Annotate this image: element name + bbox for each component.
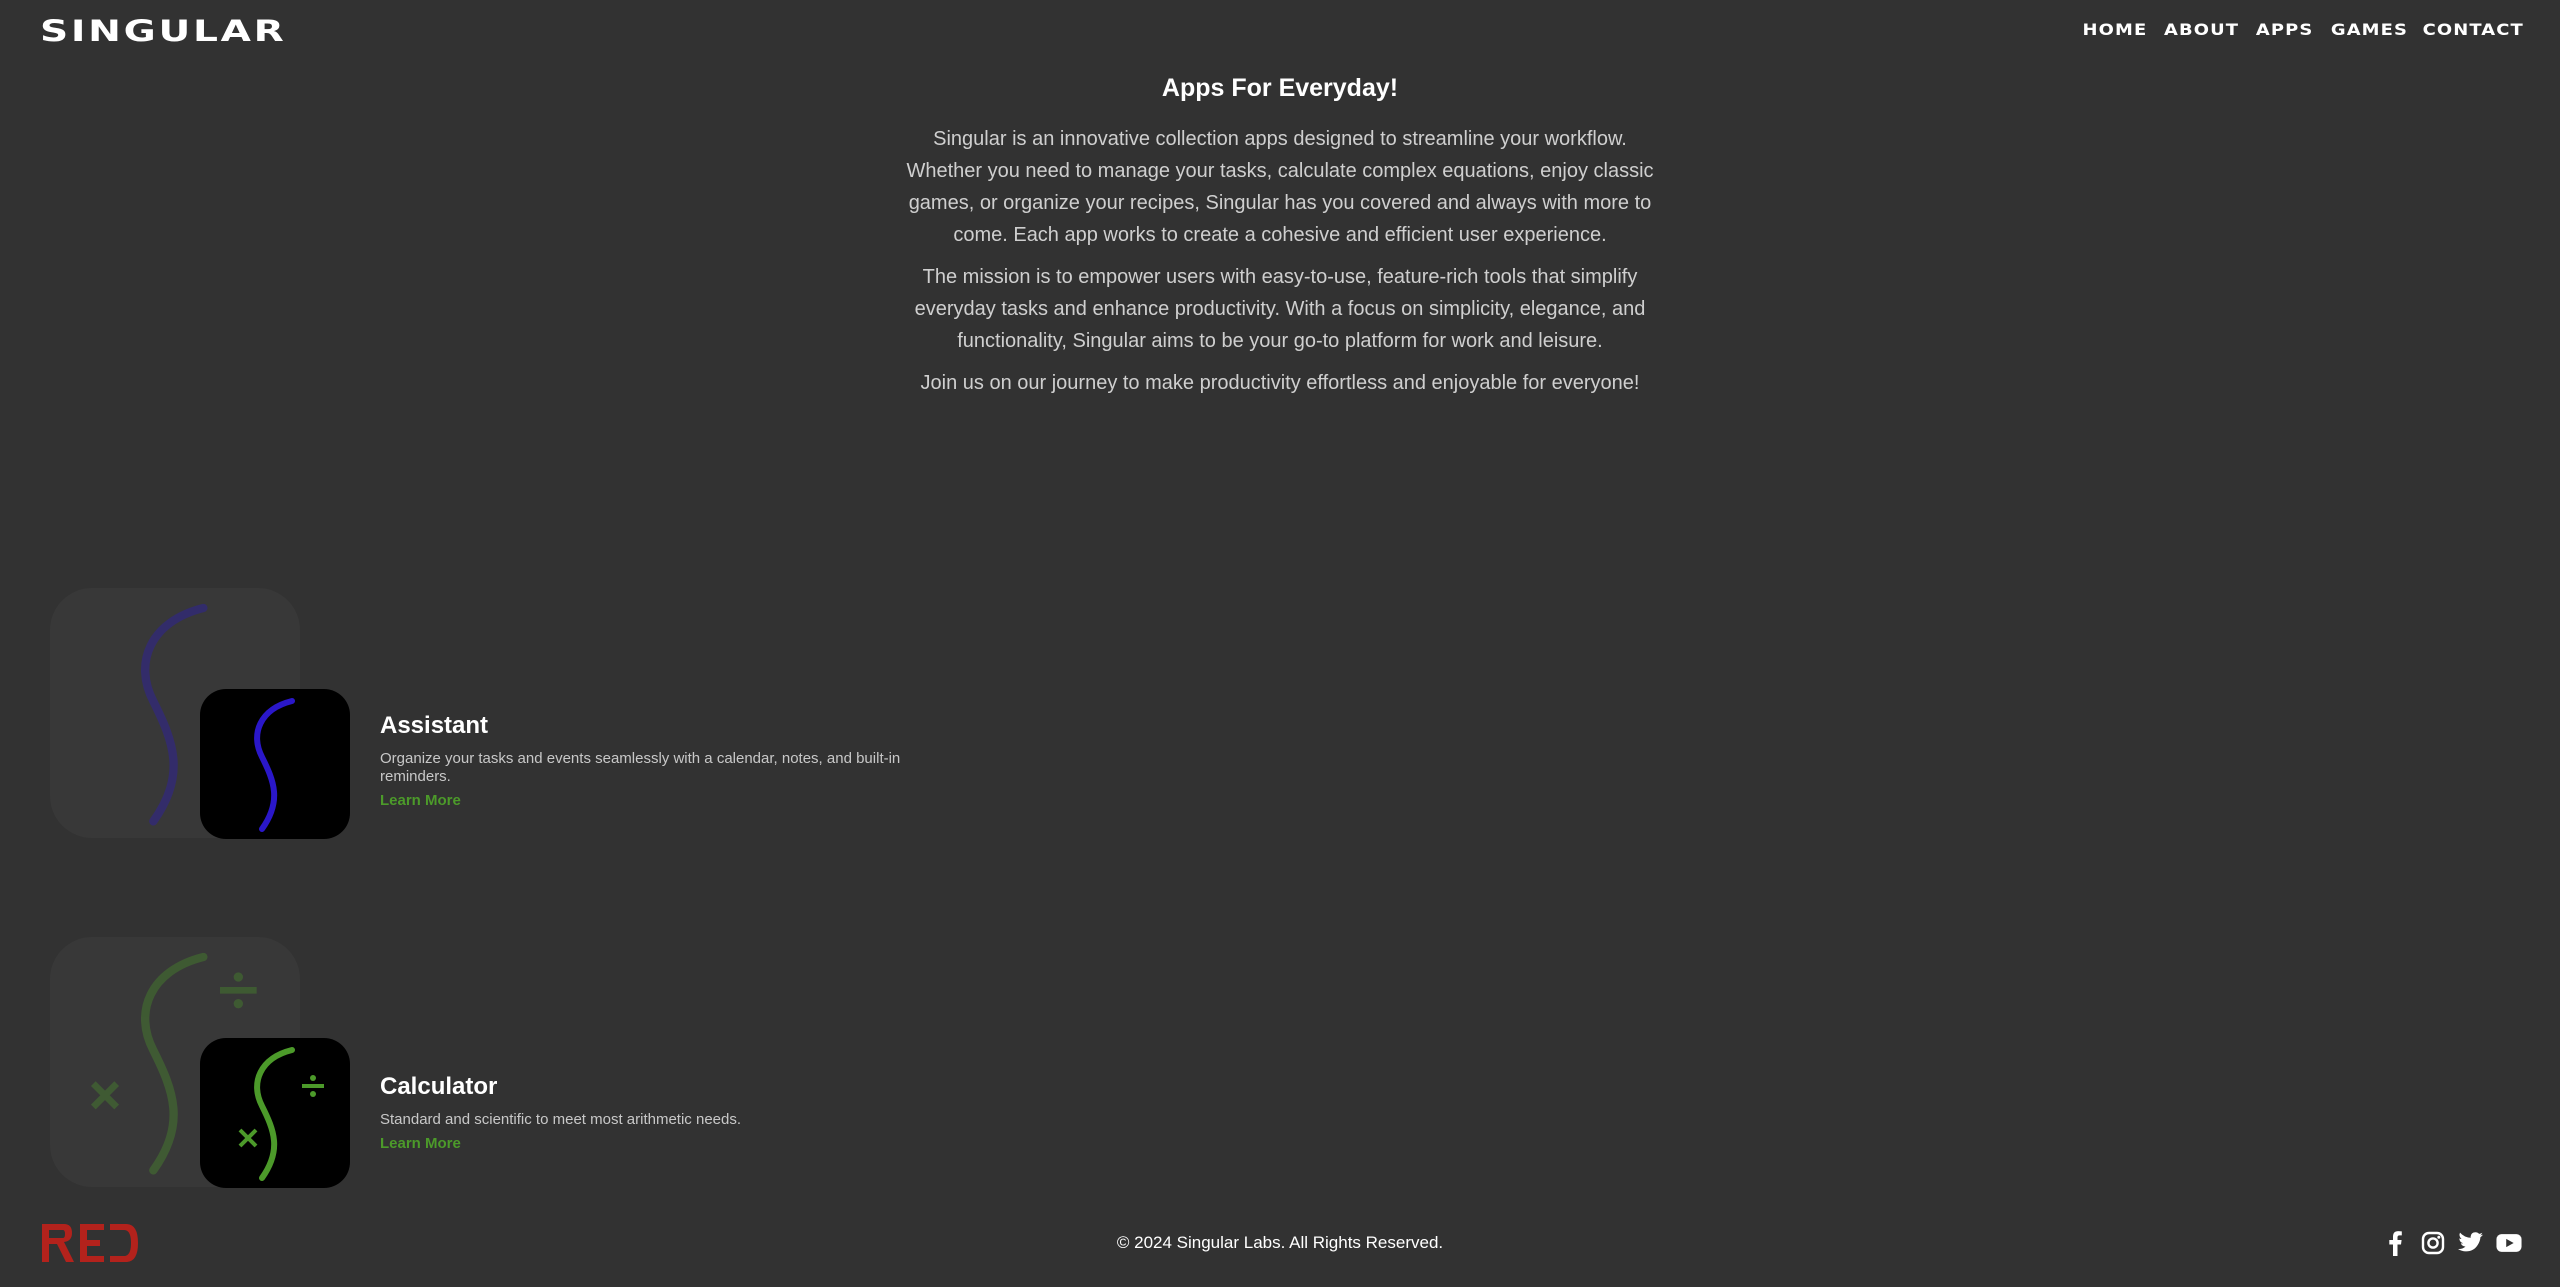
nav-games[interactable]: GAMES (2328, 20, 2410, 39)
intro-section: Apps For Everyday! Singular is an innova… (900, 74, 1660, 409)
twitter-icon[interactable] (2458, 1230, 2484, 1256)
intro-paragraph-1: Singular is an innovative collection app… (906, 128, 1654, 246)
nav-apps[interactable]: APPS (2254, 20, 2316, 39)
youtube-icon[interactable] (2496, 1230, 2522, 1256)
singular-logo[interactable]: SINGULAR (40, 14, 286, 48)
calculator-info: Calculator Standard and scientific to me… (380, 1073, 960, 1153)
app-title: Assistant (380, 712, 489, 739)
nav-contact[interactable]: CONTACT (2420, 20, 2526, 39)
nav-home[interactable]: HOME (2081, 20, 2150, 39)
main-nav: HOME ABOUT APPS GAMES CONTACT (2081, 20, 2522, 39)
assistant-s-icon[interactable] (200, 689, 350, 839)
facebook-icon[interactable] (2382, 1230, 2408, 1256)
app-card-calculator: Calculator Standard and scientific to me… (0, 937, 1200, 1197)
site-header: SINGULAR HOME ABOUT APPS GAMES CONTACT (0, 0, 2560, 60)
calculator-s-icon[interactable] (200, 1038, 350, 1188)
social-links (2382, 1230, 2522, 1256)
learn-more-link[interactable]: Learn More (380, 792, 461, 809)
learn-more-link[interactable]: Learn More (380, 1135, 461, 1152)
page: SINGULAR HOME ABOUT APPS GAMES CONTACT A… (0, 0, 2560, 1287)
app-description: Standard and scientific to meet most ari… (380, 1111, 742, 1128)
app-description: Organize your tasks and events seamlessl… (380, 750, 901, 785)
app-title: Calculator (380, 1073, 498, 1100)
copyright-text: © 2024 Singular Labs. All Rights Reserve… (1116, 1233, 1444, 1252)
app-card-assistant: Assistant Organize your tasks and events… (0, 588, 1200, 848)
nav-about[interactable]: ABOUT (2162, 20, 2242, 39)
site-footer: © 2024 Singular Labs. All Rights Reserve… (0, 1210, 2560, 1280)
instagram-icon[interactable] (2420, 1230, 2446, 1256)
intro-title: Apps For Everyday! (1161, 74, 1399, 102)
intro-paragraph-3: Join us on our journey to make productiv… (920, 372, 1640, 394)
intro-paragraph-2: The mission is to empower users with eas… (914, 266, 1646, 352)
assistant-info: Assistant Organize your tasks and events… (380, 712, 960, 810)
